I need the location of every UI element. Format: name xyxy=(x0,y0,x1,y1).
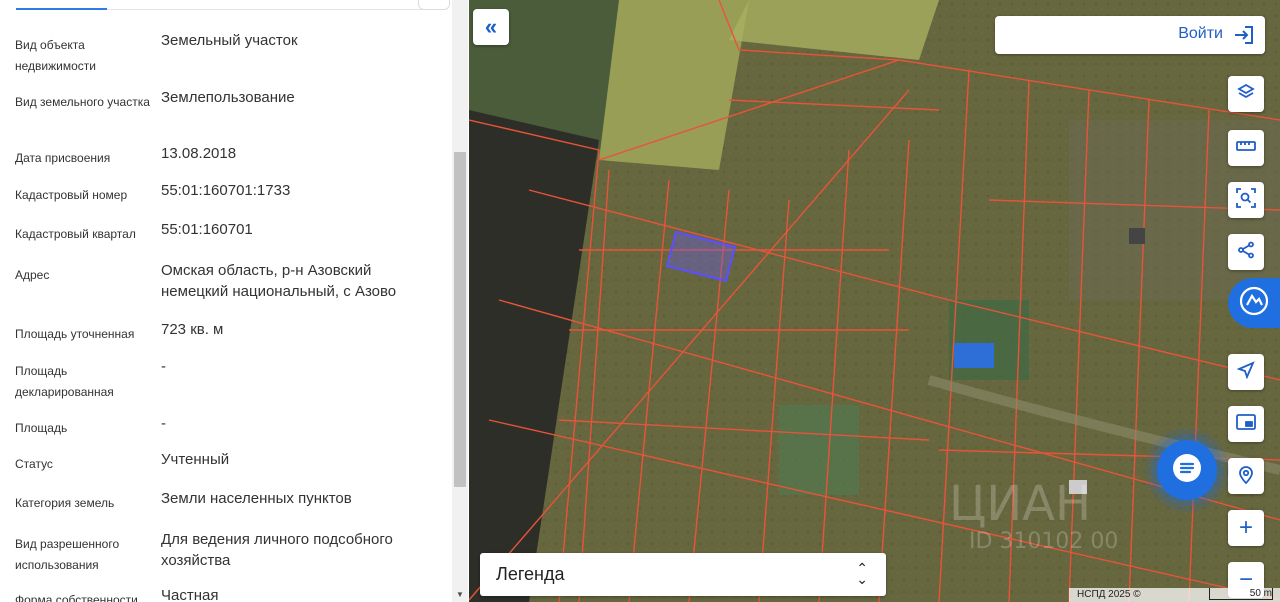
watermark-id: ID 310102 00 xyxy=(969,529,1118,554)
legend-dropdown[interactable]: Легенда ⌃ ⌄ xyxy=(480,553,886,596)
collapse-panel-button[interactable]: « xyxy=(473,9,509,45)
info-label: Категория земель xyxy=(15,496,115,510)
copyright-text: НСПД 2025 © xyxy=(1077,589,1141,600)
share-button[interactable] xyxy=(1228,234,1264,270)
ruler-button[interactable] xyxy=(1228,130,1264,166)
chat-icon xyxy=(1172,453,1202,488)
info-value: Земельный участок xyxy=(161,32,298,49)
info-value: Земли населенных пунктов xyxy=(161,490,352,507)
info-label: Адрес xyxy=(15,268,50,282)
chat-button[interactable] xyxy=(1157,440,1217,500)
map-mode-button[interactable] xyxy=(1228,278,1280,328)
zoom-in-button[interactable]: + xyxy=(1228,510,1264,546)
map-attribution: НСПД 2025 © 50 m xyxy=(1069,588,1280,602)
picture-in-picture-icon xyxy=(1236,413,1256,435)
info-value: Землепользование xyxy=(161,89,295,106)
location-search-button[interactable] xyxy=(1228,458,1264,494)
navigate-icon xyxy=(1236,360,1255,384)
watermark-logo: ЦИАН xyxy=(949,476,1091,532)
info-label: Кадастровый номер xyxy=(15,188,128,202)
info-label: Площадь декларированная xyxy=(15,364,114,399)
info-label: Дата присвоения xyxy=(15,151,111,165)
login-label: Войти xyxy=(1178,25,1223,42)
map-mode-icon xyxy=(1238,285,1270,322)
satellite-map-layer: ЦИАН ID 310102 00 xyxy=(469,0,1280,602)
scroll-down-arrow-icon[interactable]: ▼ xyxy=(452,588,468,602)
scale-bar: 50 m xyxy=(1209,588,1273,600)
login-arrow-icon xyxy=(1233,24,1255,51)
info-label: Кадастровый квартал xyxy=(15,227,136,241)
tab-divider xyxy=(107,9,442,10)
layers-button[interactable] xyxy=(1228,76,1264,112)
my-location-button[interactable] xyxy=(1228,354,1264,390)
info-value: Частная xyxy=(161,587,219,602)
double-chevron-left-icon: « xyxy=(484,14,498,39)
minimap-button[interactable] xyxy=(1228,406,1264,442)
property-info-panel: Вид объекта недвижимости Земельный участ… xyxy=(0,0,468,602)
info-label: Площадь уточненная xyxy=(15,327,135,341)
layers-icon xyxy=(1237,83,1255,106)
login-button[interactable]: Войти xyxy=(995,16,1265,54)
panel-scrollbar-thumb[interactable] xyxy=(454,152,466,487)
ruler-icon xyxy=(1236,139,1256,158)
info-label: Вид разрешенного использования xyxy=(15,537,120,572)
info-value: 13.08.2018 xyxy=(161,145,237,162)
legend-label: Легенда xyxy=(496,564,565,584)
active-tab-indicator xyxy=(16,8,107,10)
info-value: - xyxy=(161,415,166,432)
info-label: Статус xyxy=(15,457,53,471)
info-label: Форма собственности xyxy=(15,593,138,602)
info-value: 723 кв. м xyxy=(161,321,224,338)
share-icon xyxy=(1237,241,1255,264)
zoom-in-icon: + xyxy=(1238,514,1253,541)
info-label: Вид земельного участка xyxy=(15,95,150,109)
area-search-icon xyxy=(1236,187,1256,213)
area-search-button[interactable] xyxy=(1228,182,1264,218)
panel-action-button[interactable] xyxy=(418,0,450,10)
map-view[interactable]: ЦИАН ID 310102 00 « Войти + − Легенда ⌃ … xyxy=(469,0,1280,602)
info-value: Омская область, р-н Азовский немецкий на… xyxy=(161,262,397,300)
info-value: - xyxy=(161,358,166,375)
info-value: Учтенный xyxy=(161,451,230,468)
expand-collapse-icon: ⌃ ⌄ xyxy=(856,560,868,587)
location-search-icon xyxy=(1237,464,1255,489)
info-value[interactable]: 55:01:160701:1733 xyxy=(161,180,441,201)
info-value[interactable]: 55:01:160701 xyxy=(161,219,441,240)
info-label: Площадь xyxy=(15,421,68,435)
info-label: Вид объекта недвижимости xyxy=(15,38,96,73)
info-value: Для ведения личного подсобного хозяйства xyxy=(161,531,393,569)
